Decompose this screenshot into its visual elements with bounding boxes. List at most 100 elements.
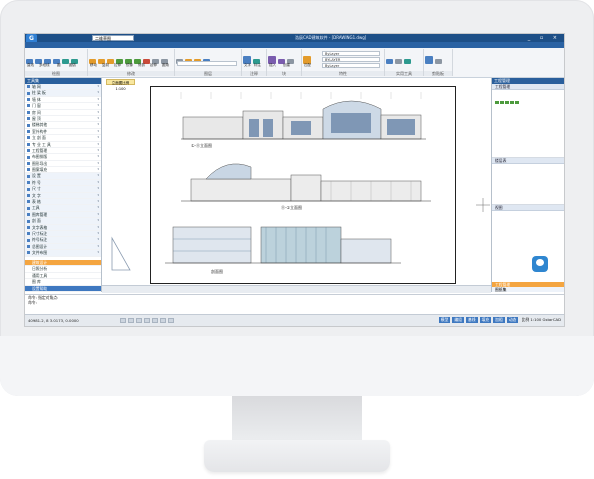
chevron-down-icon[interactable]: ▾ <box>97 199 99 204</box>
chevron-down-icon[interactable]: ▾ <box>97 84 99 89</box>
chevron-down-icon[interactable]: ▾ <box>97 218 99 223</box>
floor-table[interactable] <box>492 164 564 205</box>
grid-toggle-icon[interactable] <box>128 318 134 323</box>
polar-toggle-icon[interactable] <box>144 318 150 323</box>
osnap-toggle-icon[interactable] <box>152 318 158 323</box>
quick-calc-icon[interactable] <box>404 59 411 64</box>
status-btn-dynamic[interactable]: 动态 <box>506 317 519 323</box>
otrack-toggle-icon[interactable] <box>160 318 166 323</box>
cut-icon[interactable] <box>435 59 442 64</box>
chevron-down-icon[interactable]: ▾ <box>97 161 99 166</box>
drawing-area[interactable]: 立面图比例1:100 ①-⑪立面图 ⑪-①立面图 剖面图 <box>102 78 491 303</box>
select-all-icon[interactable] <box>395 59 402 64</box>
tool-category-icon <box>27 193 30 197</box>
status-btn-model[interactable]: 模型 <box>438 317 451 323</box>
snap-toggle-icon[interactable] <box>120 318 126 323</box>
group-label-clipboard: 剪贴板 <box>424 71 452 76</box>
project-tree[interactable] <box>492 95 564 158</box>
chevron-down-icon[interactable]: ▾ <box>97 142 99 147</box>
tool-category-icon <box>27 174 30 178</box>
chevron-down-icon[interactable]: ▾ <box>97 186 99 191</box>
footer-sheet-set[interactable]: 图纸集 <box>492 287 564 292</box>
group-label-draw: 绘图 <box>25 71 87 76</box>
command-line[interactable]: 命令: 指定对角点: 命令: <box>25 294 564 313</box>
measure-icon[interactable] <box>386 59 393 64</box>
left-panel-item-label: 尺 寸 <box>32 186 41 192</box>
left-panel-item-label: 符 号 <box>32 179 41 185</box>
status-btn-group[interactable]: 编组 <box>452 317 464 323</box>
left-panel-item-label: 室外构件 <box>32 128 48 134</box>
chevron-down-icon[interactable]: ▾ <box>97 225 99 230</box>
color-select[interactable]: ByLayer <box>322 51 380 56</box>
chevron-down-icon[interactable]: ▾ <box>97 193 99 198</box>
left-panel-item-label: 工具 <box>32 205 40 211</box>
chevron-down-icon[interactable]: ▾ <box>97 231 99 236</box>
new-project-icon[interactable] <box>494 100 499 105</box>
modify-label-2: 复制 <box>102 63 109 67</box>
chevron-down-icon[interactable]: ▾ <box>97 244 99 249</box>
save-project-icon[interactable] <box>504 100 509 105</box>
chevron-down-icon[interactable]: ▾ <box>97 90 99 95</box>
chevron-down-icon[interactable]: ▾ <box>97 148 99 153</box>
group-label-layer: 图层 <box>175 71 241 76</box>
left-panel-item-label: 墙 体 <box>32 96 41 102</box>
chevron-down-icon[interactable]: ▾ <box>97 110 99 115</box>
viewport-label[interactable]: 立面图比例1:100 <box>106 79 135 91</box>
modify-label-7: 圆角 <box>162 63 169 67</box>
annot-label-dim: 标注 <box>254 63 261 67</box>
status-btn-bold[interactable]: 加粗 <box>493 317 505 323</box>
chevron-down-icon[interactable]: ▾ <box>97 135 99 140</box>
status-btn-baseline[interactable]: 基线 <box>465 317 478 323</box>
chevron-down-icon[interactable]: ▾ <box>97 129 99 134</box>
chevron-down-icon[interactable]: ▾ <box>97 103 99 108</box>
view-subheader[interactable]: 视图 <box>492 205 564 211</box>
tool-category-icon <box>27 98 30 102</box>
tool-category-icon <box>27 219 30 223</box>
draw-label-4: 圆弧 <box>69 63 76 67</box>
status-btn-fill[interactable]: 填充 <box>479 317 492 323</box>
left-panel-item-label: 剖 面 <box>32 218 41 224</box>
drawing-sheet[interactable]: ①-⑪立面图 ⑪-①立面图 剖面图 <box>150 86 456 284</box>
chevron-down-icon[interactable]: ▾ <box>97 237 99 242</box>
block-label-insert: 插入 <box>269 63 276 67</box>
chevron-down-icon[interactable]: ▾ <box>97 167 99 172</box>
tool-category-icon <box>27 123 30 127</box>
layer-select[interactable] <box>177 61 237 66</box>
chevron-down-icon[interactable]: ▾ <box>97 212 99 217</box>
chevron-down-icon[interactable]: ▾ <box>97 205 99 210</box>
left-panel-item-label: 尺寸标注 <box>32 230 48 236</box>
window-controls[interactable]: _ ▫ × <box>528 34 561 42</box>
assistant-robot-icon[interactable] <box>532 256 548 272</box>
chevron-down-icon[interactable]: ▾ <box>97 250 99 255</box>
chevron-down-icon[interactable]: ▾ <box>97 173 99 178</box>
open-project-icon[interactable] <box>499 100 504 105</box>
tool-category-icon <box>27 187 30 191</box>
left-panel-item-label: 立 剖 面 <box>32 135 46 141</box>
lineweight-select[interactable]: ByLayer <box>322 63 380 68</box>
chevron-down-icon[interactable]: ▾ <box>97 154 99 159</box>
tool-category-icon <box>27 117 30 121</box>
ribbon-group-annotation: 文字 标注 注释 <box>242 49 267 76</box>
command-prompt[interactable]: 命令: <box>25 300 564 305</box>
ucs-icon <box>111 236 131 271</box>
cad-application-window: G 二维草图 浩辰CAD建筑软件 - [DRAWING1.dwg] _ ▫ × … <box>24 33 565 327</box>
chevron-down-icon[interactable]: ▾ <box>97 97 99 102</box>
block-label-create: 创建 <box>283 63 290 67</box>
left-panel-footer-item[interactable]: 设置帮助 <box>25 285 101 292</box>
workspace-select[interactable]: 二维草图 <box>92 35 134 41</box>
left-panel-item[interactable]: 文件布图 ▾ <box>25 250 101 257</box>
tool-category-icon <box>27 206 30 210</box>
refresh-icon[interactable] <box>509 100 514 105</box>
layout-tabs: 模型MonoColor <box>102 285 491 303</box>
chevron-down-icon[interactable]: ▾ <box>97 180 99 185</box>
group-label-modify: 修改 <box>88 71 174 76</box>
lineweight-toggle-icon[interactable] <box>168 318 174 323</box>
linetype-select[interactable]: BYLAYER <box>322 57 380 62</box>
tool-category-icon <box>27 136 30 140</box>
chevron-down-icon[interactable]: ▾ <box>97 116 99 121</box>
settings-icon[interactable] <box>514 100 519 105</box>
rectangle-tool-icon[interactable] <box>62 59 69 64</box>
chevron-down-icon[interactable]: ▾ <box>97 122 99 127</box>
ortho-toggle-icon[interactable] <box>136 318 142 323</box>
paste-icon[interactable] <box>425 56 433 64</box>
